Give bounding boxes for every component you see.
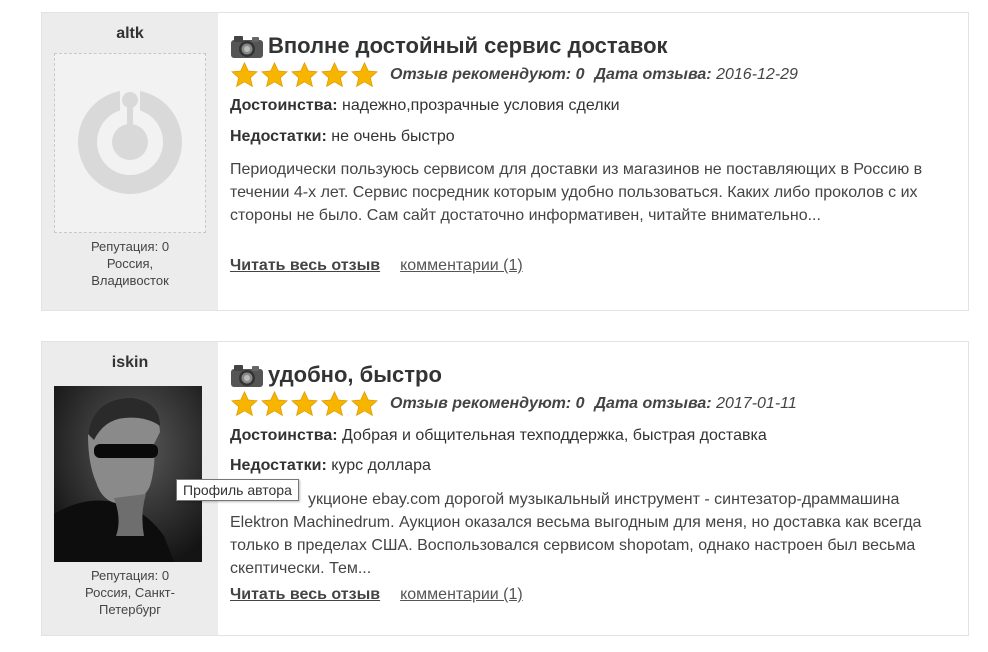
star-icon: [231, 390, 258, 417]
cons-value: не очень быстро: [331, 128, 455, 145]
pros-line: Достоинства: надежно,прозрачные условия …: [230, 97, 620, 115]
pros-value: надежно,прозрачные условия сделки: [342, 97, 620, 114]
date-label: Дата отзыва:: [594, 66, 712, 83]
recommend-label: Отзыв рекомендуют:: [390, 66, 572, 83]
read-full-review-link[interactable]: Читать весь отзыв: [230, 257, 380, 275]
rating-row: Отзыв рекомендуют: 0 Дата отзыва: 2016-1…: [230, 61, 798, 89]
star-icon: [321, 61, 348, 88]
camera-icon: [231, 36, 263, 58]
author-meta: Репутация: 0 Россия, Владивосток: [42, 238, 218, 289]
camera-icon: [231, 365, 263, 387]
recommend-label: Отзыв рекомендуют:: [390, 395, 572, 412]
review-links: Читать весь отзыв комментарии (1): [230, 586, 523, 604]
author-location: Россия, Санкт- Петербург: [85, 585, 175, 617]
rating-row: Отзыв рекомендуют: 0 Дата отзыва: 2017-0…: [230, 390, 797, 418]
author-name[interactable]: iskin: [42, 354, 218, 372]
author-name[interactable]: altk: [42, 25, 218, 43]
cons-label: Недостатки:: [230, 457, 327, 474]
date-value: 2016-12-29: [716, 66, 798, 83]
review-excerpt: Периодически пользуюсь сервисом для дост…: [230, 161, 923, 224]
cons-value: курс доллара: [331, 457, 431, 474]
star-rating: [230, 61, 380, 89]
comments-link[interactable]: комментарии (1): [400, 586, 523, 604]
star-icon: [351, 390, 378, 417]
star-icon: [291, 61, 318, 88]
author-profile-tooltip: Профиль автора: [176, 479, 299, 501]
author-panel: altk Репутация: 0 Россия, Владивосток: [42, 13, 218, 310]
cons-line: Недостатки: курс доллара: [230, 457, 431, 475]
pros-label: Достоинства:: [230, 97, 338, 114]
star-icon: [351, 61, 378, 88]
review-content: Вполне достойный сервис доставок Отзыв р…: [230, 13, 968, 310]
comments-link[interactable]: комментарии (1): [400, 257, 523, 275]
cons-label: Недостатки:: [230, 128, 327, 145]
cons-line: Недостатки: не очень быстро: [230, 128, 455, 146]
pros-label: Достоинства:: [230, 427, 338, 444]
author-meta: Репутация: 0 Россия, Санкт- Петербург: [42, 567, 218, 618]
review-title-row: удобно, быстро: [230, 360, 442, 390]
date-value: 2017-01-11: [716, 395, 797, 412]
star-icon: [231, 61, 258, 88]
author-location: Россия, Владивосток: [91, 256, 169, 288]
date-label: Дата отзыва:: [594, 395, 712, 412]
read-full-review-link[interactable]: Читать весь отзыв: [230, 586, 380, 604]
review-links: Читать весь отзыв комментарии (1): [230, 257, 523, 275]
star-icon: [261, 390, 288, 417]
pros-value: Добрая и общительная техподдержка, быстр…: [342, 427, 767, 444]
author-reputation: Репутация: 0: [90, 239, 170, 254]
review-content: удобно, быстро Отзыв рекомендуют: 0 Дата…: [230, 342, 968, 635]
pros-line: Достоинства: Добрая и общительная техпод…: [230, 427, 767, 445]
author-reputation: Репутация: 0: [90, 568, 170, 583]
star-rating: [230, 390, 380, 418]
review-title-row: Вполне достойный сервис доставок: [230, 31, 668, 61]
review-card: altk Репутация: 0 Россия, Владивосток Вп…: [41, 12, 969, 311]
author-avatar[interactable]: [54, 386, 202, 562]
star-icon: [261, 61, 288, 88]
review-title[interactable]: удобно, быстро: [268, 362, 442, 388]
review-excerpt: укционе ebay.com дорогой музыкальный инс…: [230, 491, 922, 577]
review-title[interactable]: Вполне достойный сервис доставок: [268, 33, 668, 59]
star-icon: [291, 390, 318, 417]
recommend-value: 0: [575, 395, 585, 412]
recommend-value: 0: [575, 66, 585, 83]
star-icon: [321, 390, 348, 417]
default-avatar-icon[interactable]: [54, 53, 206, 233]
